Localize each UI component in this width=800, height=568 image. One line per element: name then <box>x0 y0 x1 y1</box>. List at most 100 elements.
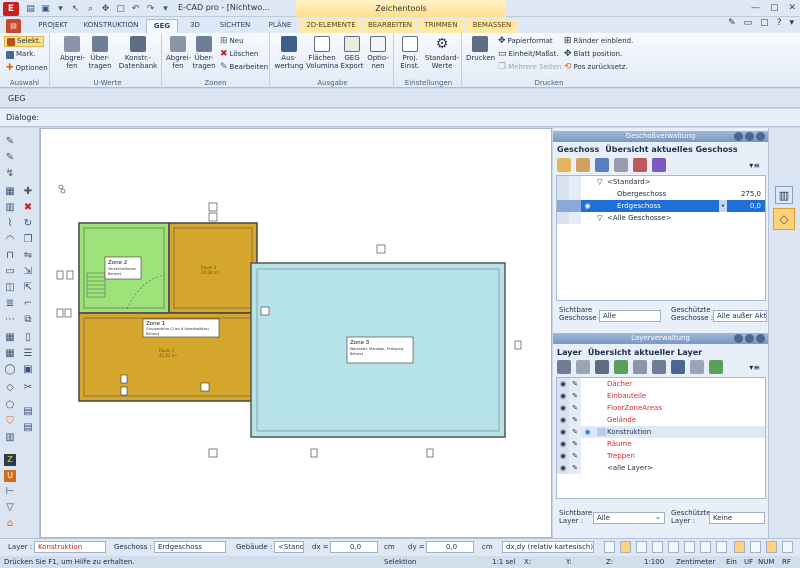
tab-geschoss[interactable]: Geschoss <box>557 145 599 154</box>
snap-point-icon[interactable] <box>620 541 631 553</box>
panel-pin-icon[interactable] <box>734 334 743 343</box>
proj-einst-button[interactable]: Proj. Einst. <box>398 36 422 70</box>
layer-group-icon[interactable] <box>671 360 685 374</box>
snap-cross-icon[interactable] <box>700 541 711 553</box>
blatt-position-button[interactable]: ✥ Blatt position. <box>564 50 622 59</box>
tab-bearbeiten[interactable]: BEARBEITEN <box>364 19 416 33</box>
tab-projekt[interactable]: PROJEKT <box>30 19 76 33</box>
measure-icon[interactable]: ⊢ <box>4 486 16 498</box>
gebaeude-select[interactable]: <Standa <box>274 541 304 553</box>
layer-delete-icon[interactable] <box>595 360 609 374</box>
tab-uebersicht-geschoss[interactable]: Übersicht aktuelles Geschoss <box>605 145 737 154</box>
copy-icon[interactable]: ❐ <box>22 234 34 246</box>
pointer-icon[interactable]: ↖ <box>69 2 82 15</box>
list-item[interactable]: ◉ ✎ Räume <box>557 438 765 450</box>
restore-icon[interactable]: ▭ <box>744 18 753 28</box>
geschuetzte-layer-select[interactable]: Keine <box>709 512 765 524</box>
drawing-canvas[interactable]: Zone 2 Verkehrsflächen Beheizt Zone 1 Gr… <box>40 128 552 538</box>
mehrere-seiten-button[interactable]: ❐ Mehrere Seiten <box>498 63 561 72</box>
u-value-icon[interactable]: U <box>4 470 16 482</box>
dx-input[interactable]: 0,0 <box>330 541 378 553</box>
layer-lock-icon[interactable] <box>633 360 647 374</box>
snap-tangent-icon[interactable] <box>716 541 727 553</box>
sichtbare-geschosse-select[interactable]: Alle <box>599 310 661 322</box>
circle-icon[interactable]: ◯ <box>4 364 16 376</box>
tab-konstruktion[interactable]: KONSTRUKTION <box>80 19 142 33</box>
tab-layer[interactable]: Layer <box>557 348 582 357</box>
offset-icon[interactable]: ⧉ <box>22 314 34 326</box>
layers-panel-icon[interactable]: ◇ <box>773 208 795 230</box>
bucket-icon[interactable]: ▣ <box>22 364 34 376</box>
list-item[interactable]: ▽ <Alle Geschosse> <box>557 212 765 224</box>
standard-werte-button[interactable]: ⚙ Standard- Werte <box>424 36 460 70</box>
tab-uebersicht-layer[interactable]: Übersicht aktueller Layer <box>588 348 702 357</box>
tab-trimmen[interactable]: TRIMMEN <box>418 19 464 33</box>
window-element-icon[interactable]: ▭ <box>4 266 16 278</box>
layer-new-icon[interactable] <box>557 360 571 374</box>
pencil-alt-icon[interactable]: ✎ <box>4 152 16 164</box>
tools-icon[interactable]: ✎ <box>728 18 736 28</box>
layer-select[interactable]: Konstruktion <box>34 541 106 553</box>
maximize-icon[interactable]: ▢ <box>770 3 779 13</box>
arc-icon[interactable]: ◠ <box>4 234 16 246</box>
mirror-icon[interactable]: ⇋ <box>22 250 34 262</box>
door-icon[interactable]: ◫ <box>4 282 16 294</box>
filter-icon[interactable]: ▽ <box>4 502 16 514</box>
konstr-datenbank-button[interactable]: Konstr.- Datenbank <box>118 36 158 70</box>
wall-icon[interactable]: ▥ <box>4 202 16 214</box>
tab-2d-elemente[interactable]: 2D-ELEMENTE <box>300 19 362 33</box>
lock-icon[interactable]: ✎ <box>569 378 581 390</box>
text-doc-icon[interactable]: ▤ <box>22 422 34 434</box>
redo-icon[interactable]: ↷ <box>144 2 157 15</box>
zoom-icon[interactable]: ⌕ <box>84 2 97 15</box>
polar-icon[interactable] <box>750 541 761 553</box>
minimize-icon[interactable]: — <box>751 3 760 13</box>
delete-floor-icon[interactable] <box>633 158 647 172</box>
collapse-icon[interactable]: ▽ <box>597 176 602 188</box>
eye-icon[interactable]: ◉ <box>557 426 569 438</box>
list-item[interactable]: ◉ ✎ Einbauteile <box>557 390 765 402</box>
list-item[interactable]: ◉ ✎ Dächer <box>557 378 765 390</box>
house-icon[interactable]: ⌂ <box>4 518 16 530</box>
snap-icon[interactable]: ↯ <box>4 168 16 180</box>
panel-toggle-icon[interactable]: ▥ <box>775 186 793 204</box>
list-icon[interactable]: ☰ <box>22 348 34 360</box>
snap-grid-icon[interactable] <box>604 541 615 553</box>
list-item[interactable]: ◉ ✎ <alle Layer> <box>557 462 765 474</box>
shape-icon[interactable]: ⬠ <box>4 400 16 412</box>
crosshair-icon[interactable]: ✚ <box>22 186 34 198</box>
lock-icon[interactable]: ✎ <box>569 390 581 402</box>
zonen-neu-button[interactable]: ⊞ Neu <box>220 37 244 46</box>
lock-icon[interactable]: ✎ <box>569 438 581 450</box>
panel-menu-icon[interactable]: ▾≡ <box>749 161 760 170</box>
undo-icon[interactable]: ↶ <box>129 2 142 15</box>
zonen-abgreifen-button[interactable]: Abgrei- fen <box>166 36 191 70</box>
scissors-icon[interactable]: ✂ <box>22 382 34 394</box>
file-tab[interactable]: ▤ <box>6 19 21 33</box>
zonen-uebertragen-button[interactable]: Über- tragen <box>192 36 216 70</box>
geschoss-select[interactable]: Erdgeschoss <box>154 541 226 553</box>
einheit-button[interactable]: ▭ Einheit/Maßst. <box>498 50 558 59</box>
geschuetzte-geschosse-select[interactable]: Alle außer Aktive <box>713 310 767 322</box>
snap-end-icon[interactable] <box>636 541 647 553</box>
papierformat-button[interactable]: ✥ Papierformat <box>498 37 553 46</box>
auswertung-button[interactable]: Aus- wertung <box>274 36 304 70</box>
lock-icon[interactable]: ✎ <box>569 402 581 414</box>
floor-above-icon[interactable] <box>595 158 609 172</box>
list-item-selected[interactable]: ◉ Erdgeschoss • 0,0 <box>557 200 765 212</box>
dy-input[interactable]: 0,0 <box>426 541 474 553</box>
delete-icon[interactable]: ✖ <box>22 202 34 214</box>
list-item[interactable]: ▽ <Standard> <box>557 176 765 188</box>
raender-button[interactable]: ⊞ Ränder einblend. <box>564 37 633 46</box>
tab-geg[interactable]: GEG <box>146 19 178 33</box>
track-icon[interactable] <box>766 541 777 553</box>
list-item[interactable]: ◉ ✎ Treppen <box>557 450 765 462</box>
selekt-button[interactable]: Selekt. <box>4 36 45 47</box>
layer-props-icon[interactable] <box>690 360 704 374</box>
lock-icon[interactable]: ✎ <box>569 450 581 462</box>
mark-button[interactable]: Mark. <box>6 50 36 59</box>
layer-stack-icon[interactable] <box>652 360 666 374</box>
eye-icon[interactable]: ◉ <box>557 438 569 450</box>
page-icon[interactable]: ▯ <box>22 332 34 344</box>
chevron-down-icon[interactable]: ⌄ <box>655 513 661 521</box>
